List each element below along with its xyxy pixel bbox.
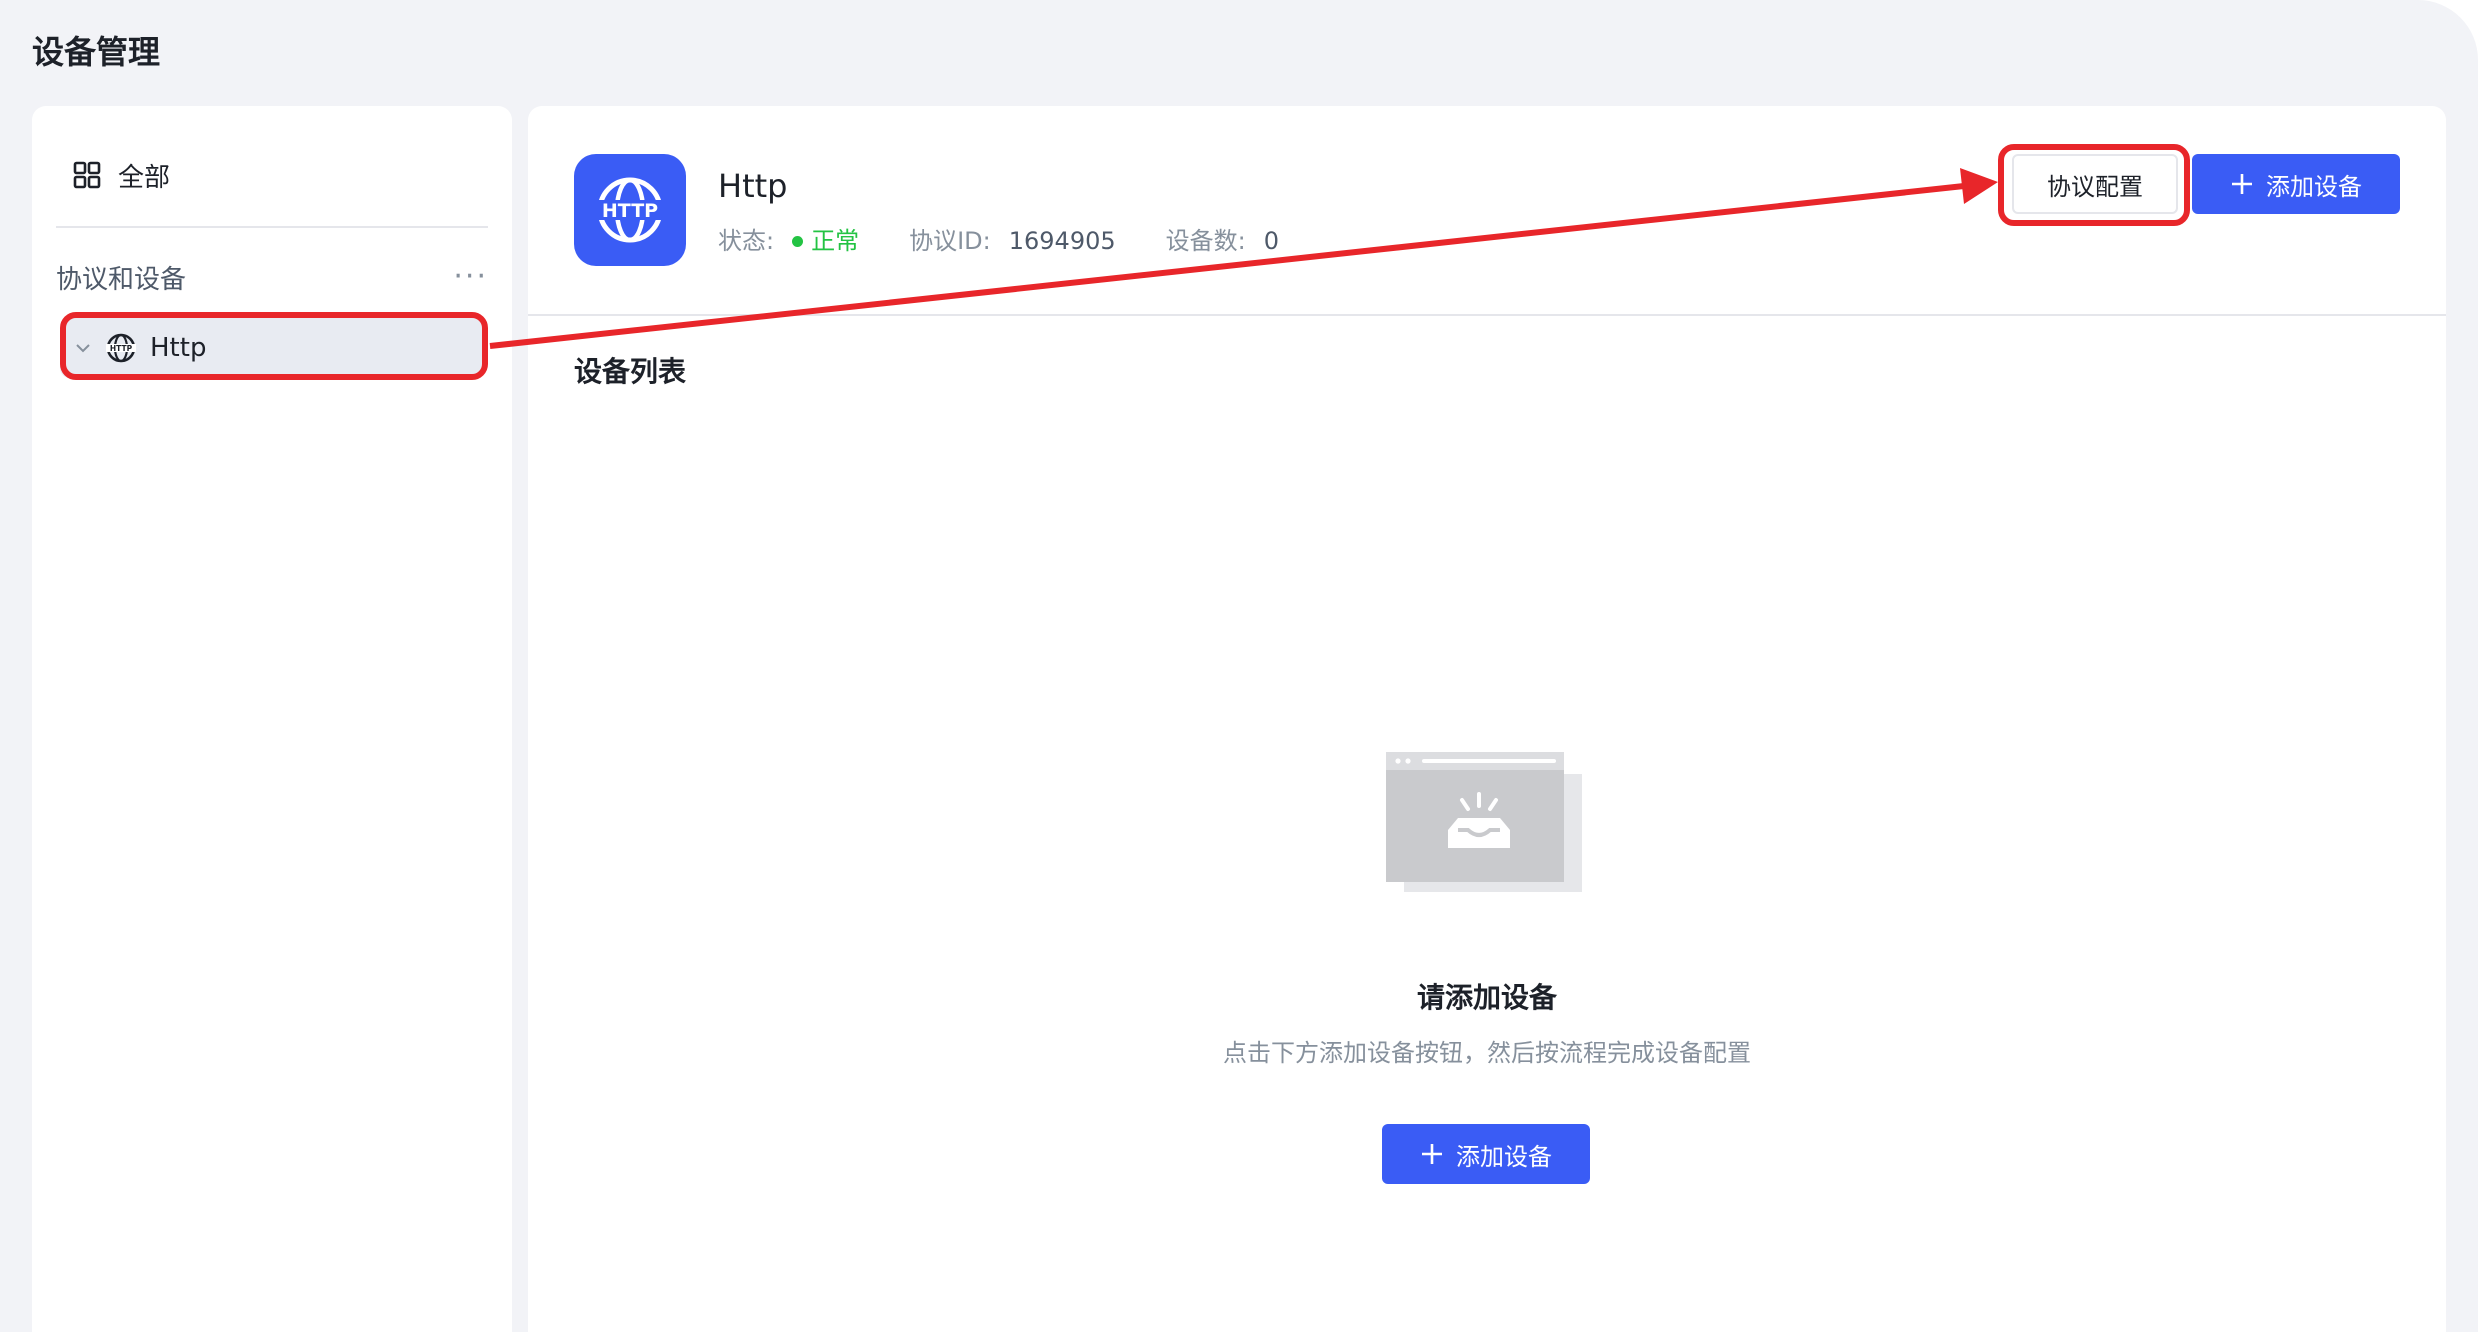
- chevron-down-icon[interactable]: [74, 339, 92, 357]
- svg-text:HTTP: HTTP: [110, 344, 133, 353]
- nav-all-label: 全部: [118, 162, 171, 193]
- header-divider: [528, 314, 2446, 316]
- grid-icon: [73, 161, 101, 189]
- protocol-name: Http: [718, 167, 788, 205]
- status-badge: 正常: [811, 227, 860, 255]
- plus-icon: [1422, 1144, 1442, 1164]
- nav-all[interactable]: 全部: [72, 150, 170, 200]
- empty-add-device-button[interactable]: 添加设备: [1382, 1124, 1590, 1184]
- device-count-label: 设备数:: [1165, 227, 1246, 255]
- protocol-meta: 状态: 正常 协议ID: 1694905 设备数: 0: [718, 224, 1279, 258]
- status-dot: [792, 235, 804, 247]
- empty-state-description: 点击下方添加设备按钮，然后按流程完成设备配置: [1223, 1039, 1751, 1067]
- empty-add-device-label: 添加设备: [1456, 1142, 1552, 1171]
- add-device-label: 添加设备: [2266, 172, 2362, 201]
- svg-text:HTTP: HTTP: [602, 200, 658, 222]
- device-count-value: 0: [1263, 227, 1280, 255]
- device-list-title: 设备列表: [574, 355, 687, 388]
- plus-icon: [2232, 174, 2252, 194]
- empty-state-illustration: [1386, 752, 1586, 896]
- tree-item-http[interactable]: HTTP Http: [60, 318, 484, 378]
- protocol-id-label: 协议ID:: [909, 227, 991, 255]
- page-title: 设备管理: [32, 33, 161, 71]
- protocol-config-button[interactable]: 协议配置: [2012, 154, 2178, 214]
- protocol-logo: HTTP: [574, 154, 686, 266]
- globe-icon: HTTP: [594, 177, 666, 243]
- sidebar-divider: [56, 226, 488, 228]
- section-title: 协议和设备: [56, 264, 187, 295]
- tree-item-label: Http: [150, 333, 207, 363]
- empty-state-title: 请添加设备: [1416, 981, 1557, 1014]
- section-header: 协议和设备 ···: [56, 252, 488, 302]
- globe-icon: HTTP: [106, 333, 136, 363]
- main-panel: HTTP Http 状态: 正常 协议ID: 1694905 设备数: 0 协议…: [528, 106, 2446, 1332]
- status-label: 状态:: [718, 227, 775, 255]
- empty-inbox-icon: [1386, 752, 1582, 892]
- app-window: 设备管理 全部 协议和设备 ··· HTTP Http HTTP Http 状态…: [0, 0, 2478, 1332]
- sidebar: 全部 协议和设备 ··· HTTP Http: [32, 106, 512, 1332]
- add-device-button[interactable]: 添加设备: [2192, 154, 2400, 214]
- protocol-id-value: 1694905: [1008, 227, 1116, 255]
- more-icon[interactable]: ···: [453, 262, 488, 292]
